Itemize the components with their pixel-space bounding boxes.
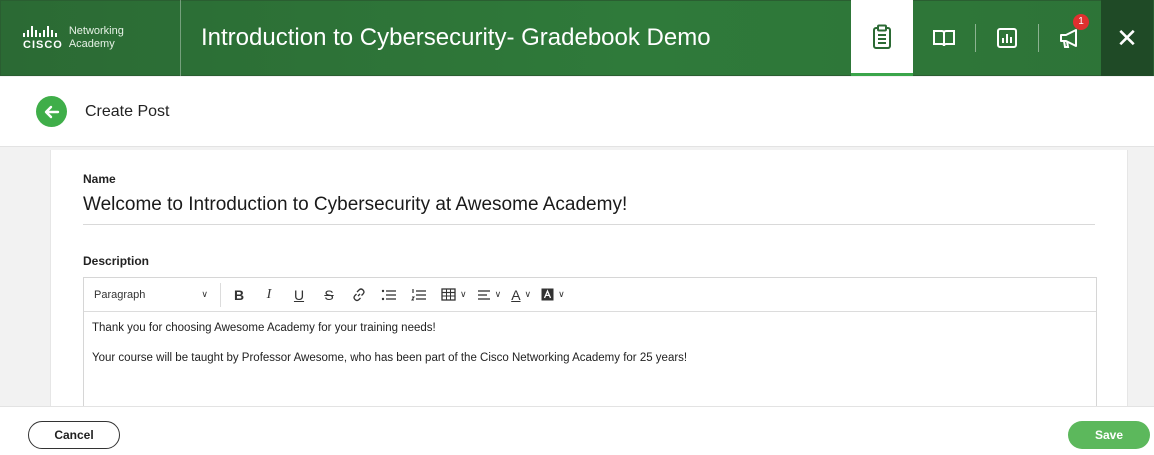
- editor-content[interactable]: Thank you for choosing Awesome Academy f…: [84, 312, 1096, 392]
- chevron-down-icon: ∨: [524, 289, 532, 299]
- form-footer: Cancel Save: [0, 406, 1154, 455]
- book-icon: [933, 30, 955, 47]
- name-field[interactable]: Welcome to Introduction to Cybersecurity…: [83, 194, 1095, 225]
- back-button[interactable]: [36, 96, 67, 127]
- reports-button[interactable]: [976, 0, 1038, 76]
- align-button[interactable]: ∨: [477, 285, 502, 305]
- numbered-list-button[interactable]: [411, 285, 427, 305]
- text-color-icon: A: [511, 286, 521, 303]
- paragraph-style-dropdown[interactable]: Paragraph ∨: [94, 289, 212, 301]
- text-color-button[interactable]: A ∨: [511, 285, 531, 305]
- description-editor: Paragraph ∨ B I U S ∨ ∨ A ∨ ∨ Thank you …: [83, 277, 1097, 412]
- clipboard-icon: [873, 24, 891, 49]
- top-header: CISCO Networking Academy Introduction to…: [0, 0, 1154, 76]
- notification-badge: 1: [1073, 14, 1089, 30]
- editor-paragraph: Thank you for choosing Awesome Academy f…: [92, 322, 436, 334]
- link-icon: [353, 287, 365, 301]
- editor-toolbar: Paragraph ∨ B I U S ∨ ∨ A ∨ ∨: [84, 278, 1096, 312]
- bold-button[interactable]: B: [231, 285, 247, 305]
- italic-button[interactable]: I: [261, 285, 277, 305]
- editor-paragraph: Your course will be taught by Professor …: [92, 352, 688, 364]
- page-subheader: Create Post: [0, 77, 1154, 147]
- chevron-down-icon: ∨: [460, 289, 467, 299]
- chevron-down-icon: ∨: [201, 289, 208, 299]
- course-title: Introduction to Cybersecurity- Gradebook…: [201, 24, 711, 51]
- highlight-color-button[interactable]: ∨: [541, 285, 565, 305]
- underline-icon: U: [293, 286, 305, 303]
- close-icon: ✕: [1116, 22, 1138, 53]
- close-button[interactable]: ✕: [1101, 0, 1153, 76]
- chart-icon: [997, 28, 1017, 48]
- gradebook-tab-button[interactable]: [851, 0, 913, 76]
- numbered-list-icon: [411, 288, 426, 300]
- paragraph-style-value: Paragraph: [94, 288, 146, 301]
- chevron-down-icon: ∨: [558, 289, 565, 299]
- chevron-down-icon: ∨: [494, 289, 502, 299]
- save-button[interactable]: Save: [1068, 421, 1150, 449]
- name-label: Name: [83, 172, 116, 186]
- bullet-list-button[interactable]: [381, 285, 397, 305]
- cisco-bars-icon: [23, 25, 57, 37]
- bullet-list-icon: [381, 289, 396, 300]
- cancel-button[interactable]: Cancel: [28, 421, 120, 449]
- post-form-card: Name Welcome to Introduction to Cybersec…: [50, 150, 1128, 412]
- highlight-icon: [541, 288, 554, 301]
- logo-line-networking: Networking: [68, 25, 124, 37]
- cisco-networking-academy-logo: CISCO Networking Academy: [1, 0, 181, 76]
- logo-academy-text: Networking Academy: [69, 25, 124, 51]
- table-icon: [441, 288, 456, 301]
- strikethrough-button[interactable]: S: [321, 285, 337, 305]
- table-button[interactable]: ∨: [441, 285, 467, 305]
- strikethrough-icon: S: [324, 286, 334, 303]
- bold-icon: B: [233, 286, 245, 303]
- toolbar-divider: [220, 282, 221, 307]
- arrow-left-icon: [44, 105, 59, 118]
- align-left-icon: [477, 289, 490, 300]
- cisco-wordmark: CISCO: [23, 38, 63, 51]
- logo-line-academy: Academy: [68, 38, 115, 50]
- cisco-logo-mark: CISCO: [23, 25, 63, 51]
- description-label: Description: [83, 254, 150, 268]
- announcements-button[interactable]: 1: [1039, 0, 1101, 76]
- link-button[interactable]: [351, 285, 367, 305]
- page-title: Create Post: [85, 102, 170, 120]
- resources-button[interactable]: [913, 0, 975, 76]
- underline-button[interactable]: U: [291, 285, 307, 305]
- italic-icon: I: [266, 286, 272, 302]
